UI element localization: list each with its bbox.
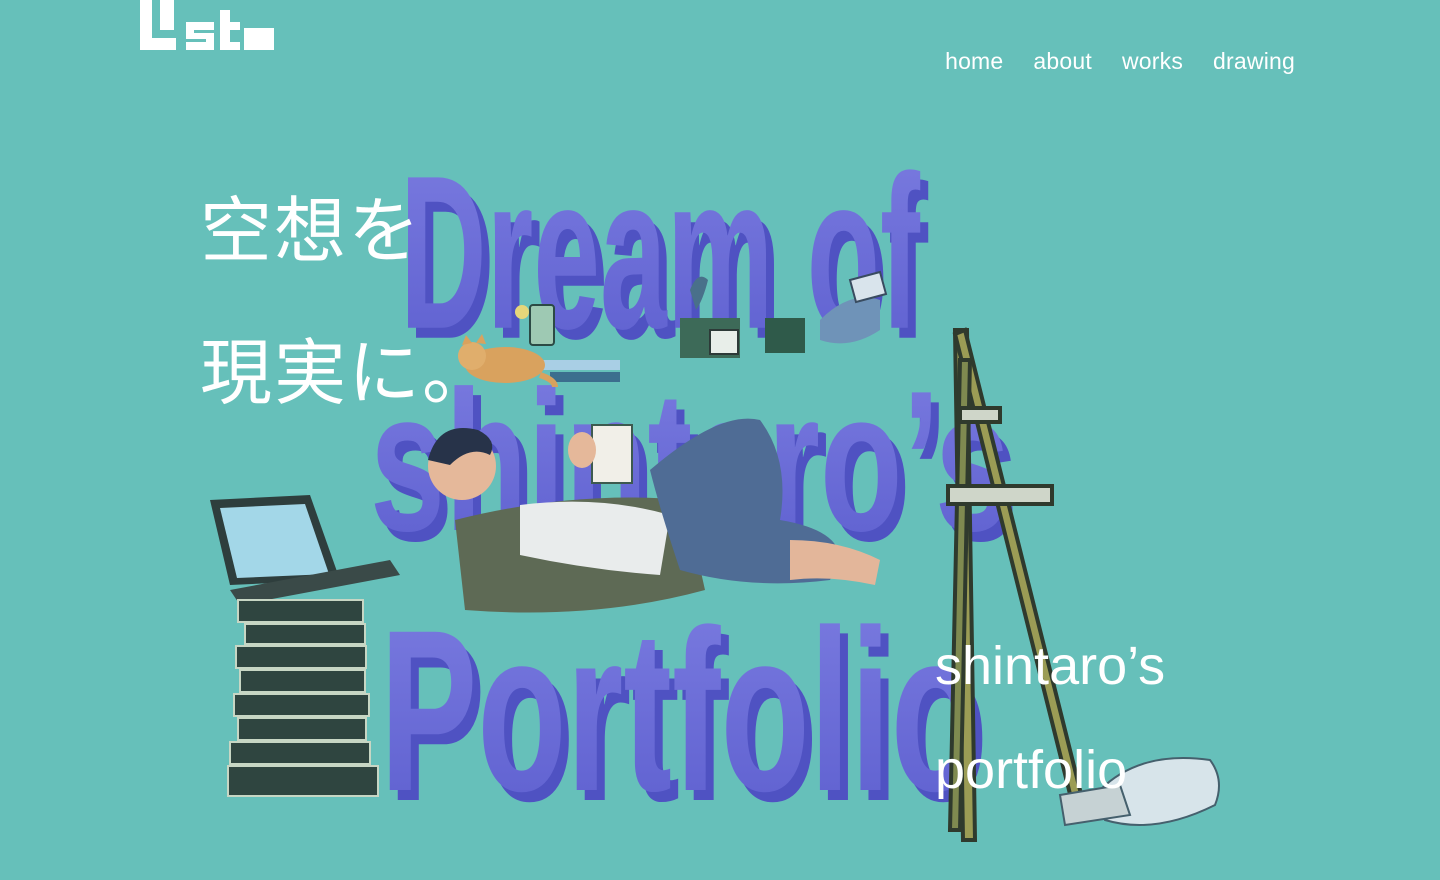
tagline-line-1: 空想を [200, 189, 423, 273]
title-line-1: shintaro’s [935, 636, 1166, 696]
tagline-line-2: 現実に。 [200, 331, 497, 415]
hero-tagline-jp: 空想を 現実に。 [200, 160, 496, 444]
title-line-2: portfolio [935, 740, 1128, 800]
artwork-word-portfolio: Portfolio Portfolio [380, 582, 988, 849]
hero-title-en: shintaro’s portfolio [935, 614, 1165, 822]
svg-text:Portfolio: Portfolio [380, 582, 980, 839]
